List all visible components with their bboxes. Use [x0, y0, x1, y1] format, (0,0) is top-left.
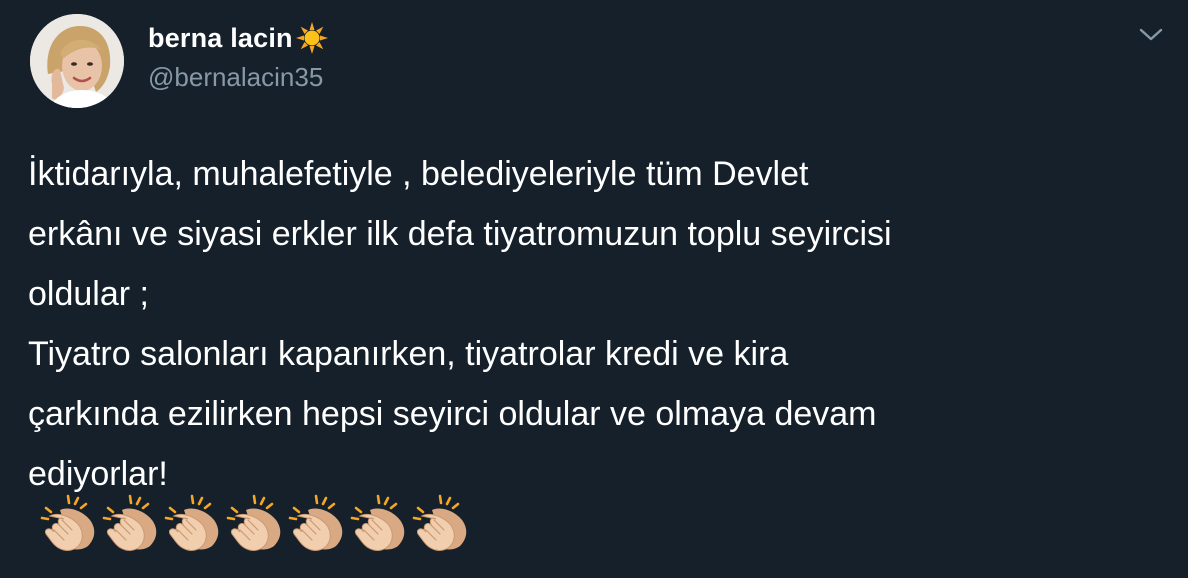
- clapping-hands-icon: [100, 492, 162, 554]
- tweet-text-line: oldular ;: [28, 275, 149, 313]
- clapping-hands-icon: [348, 492, 410, 554]
- avatar-image: [30, 14, 124, 108]
- chevron-down-icon[interactable]: [1138, 24, 1164, 44]
- display-name[interactable]: berna lacin: [148, 23, 293, 54]
- tweet-text-line: İktidarıyla, muhalefetiyle , belediyeler…: [28, 155, 809, 193]
- tweet-text-line: çarkında ezilirken hepsi seyirci oldular…: [28, 395, 877, 433]
- avatar[interactable]: [30, 14, 124, 108]
- clapping-hands-icon: [410, 492, 472, 554]
- emoji-row: [38, 492, 472, 556]
- clapping-hands-icon: [38, 492, 100, 554]
- tweet-text-line: Tiyatro salonları kapanırken, tiyatrolar…: [28, 335, 789, 373]
- tweet-text-line: erkânı ve siyasi erkler ilk defa tiyatro…: [28, 215, 892, 253]
- clapping-hands-icon: [162, 492, 224, 554]
- clapping-hands-icon: [286, 492, 348, 554]
- clapping-hands-icon: [224, 492, 286, 554]
- display-name-row[interactable]: berna lacin: [148, 20, 329, 56]
- tweet-card: berna lacin @bernalacin35 İktidarıyla, m…: [0, 0, 1188, 578]
- sun-icon: [295, 22, 328, 54]
- user-handle[interactable]: @bernalacin35: [148, 62, 323, 93]
- tweet-text: İktidarıyla, muhalefetiyle , belediyeler…: [28, 144, 1168, 504]
